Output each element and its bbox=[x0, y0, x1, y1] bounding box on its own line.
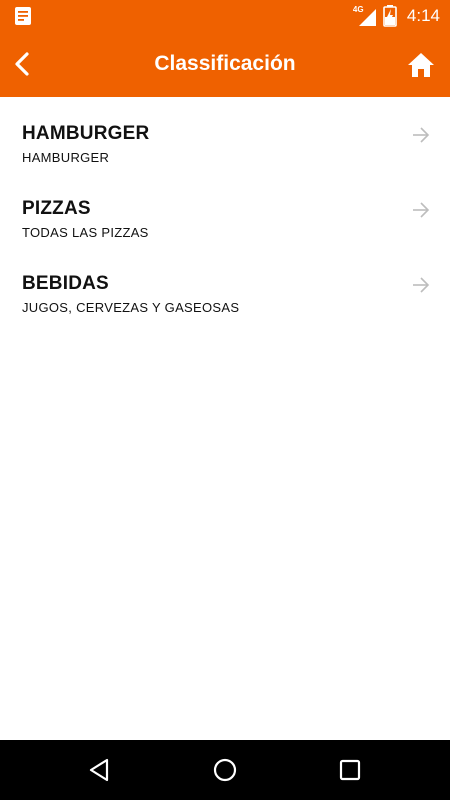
home-icon[interactable] bbox=[406, 50, 436, 80]
category-list: HAMBURGER HAMBURGER PIZZAS TODAS LAS PIZ… bbox=[0, 97, 450, 322]
nav-recents-icon[interactable] bbox=[337, 757, 363, 783]
item-title: HAMBURGER bbox=[22, 123, 150, 144]
list-item-hamburger[interactable]: HAMBURGER HAMBURGER bbox=[0, 97, 450, 172]
navigation-bar bbox=[0, 740, 450, 800]
item-subtitle: HAMBURGER bbox=[22, 150, 110, 165]
status-icons: 4G 4:14 bbox=[353, 0, 440, 32]
arrow-right-icon bbox=[413, 202, 430, 218]
arrow-right-icon bbox=[413, 127, 430, 143]
item-subtitle: TODAS LAS PIZZAS bbox=[22, 225, 149, 240]
signal-icon: 4G bbox=[353, 5, 377, 27]
page-title: Classificación bbox=[154, 52, 296, 75]
battery-charging-icon bbox=[383, 5, 397, 27]
item-title: BEBIDAS bbox=[22, 273, 109, 294]
item-subtitle: JUGOS, CERVEZAS Y GASEOSAS bbox=[22, 300, 240, 315]
item-title: PIZZAS bbox=[22, 198, 91, 219]
status-time: 4:14 bbox=[406, 6, 440, 25]
app-bar: Classificación bbox=[0, 32, 450, 97]
nav-home-icon[interactable] bbox=[212, 757, 238, 783]
notification-doc-icon bbox=[15, 7, 31, 25]
arrow-right-icon bbox=[413, 277, 430, 293]
status-bar: 4G 4:14 bbox=[0, 0, 450, 32]
list-item-pizzas[interactable]: PIZZAS TODAS LAS PIZZAS bbox=[0, 172, 450, 247]
list-item-bebidas[interactable]: BEBIDAS JUGOS, CERVEZAS Y GASEOSAS bbox=[0, 247, 450, 322]
nav-back-icon[interactable] bbox=[87, 757, 113, 783]
